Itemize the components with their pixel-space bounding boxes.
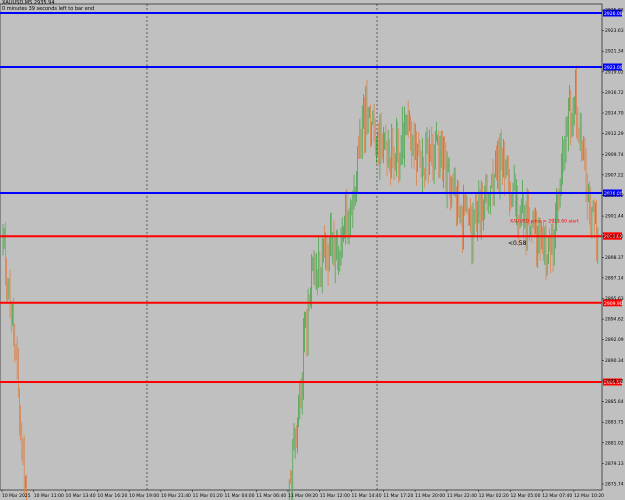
y-tick-label: 2898.37: [605, 255, 624, 261]
y-tick-label: 2909.74: [605, 152, 624, 158]
y-tick-label: 2894.62: [605, 317, 624, 323]
x-tick-label: 10 Mar 13:40: [66, 493, 96, 499]
y-tick-label: 2919.02: [605, 69, 624, 75]
y-tick-label: 2923.63: [605, 28, 624, 34]
y-tick-label: 2888.02: [605, 378, 624, 384]
y-tick-label: 2897.14: [605, 275, 624, 281]
x-tick-label: 12 Mar 07:40: [542, 493, 572, 499]
x-tick-label: 11 Mar 20:00: [415, 493, 445, 499]
x-tick-label: 11 Mar 04:00: [224, 493, 254, 499]
x-tick-label: 11 Mar 12:00: [320, 493, 350, 499]
y-tick-label: 2890.34: [605, 358, 624, 364]
y-tick-label: 2875.74: [605, 482, 624, 488]
y-tick-label: 2895.63: [605, 296, 624, 302]
y-tick-label: 2901.44: [605, 214, 624, 220]
y-tick-label: 2921.34: [605, 49, 624, 55]
y-tick-label: 2879.13: [605, 461, 624, 467]
x-tick-label: 12 Mar 10:20: [574, 493, 604, 499]
x-tick-label: 10 Mar 19:00: [129, 493, 159, 499]
y-tick-label: 2904.79: [605, 193, 624, 199]
x-tick-label: 12 Mar 05:00: [510, 493, 540, 499]
x-tick-label: 11 Mar 14:40: [352, 493, 382, 499]
bar-countdown: 0 minutes 39 seconds left to bar end: [2, 6, 95, 12]
alert-annotation: XAUUSD price > 2913.60 alert: [510, 219, 579, 225]
x-tick-label: 11 Mar 06:40: [256, 493, 286, 499]
y-tick-label: 2916.72: [605, 90, 624, 96]
y-tick-label: 2883.75: [605, 420, 624, 426]
x-tick-label: 10 Mar 2025: [2, 493, 31, 499]
x-tick-label: 11 Mar 09:20: [288, 493, 318, 499]
price-chart[interactable]: 2926.002923.002916.002913.602909.902905.…: [0, 0, 625, 500]
y-tick-label: 2900.92: [605, 234, 624, 240]
y-tick-label: 2885.64: [605, 399, 624, 405]
x-tick-label: 11 Mar 17:20: [383, 493, 413, 499]
y-tick-label: 2881.02: [605, 440, 624, 446]
x-tick-label: 10 Mar 21:40: [161, 493, 191, 499]
spread-label: <0.58: [508, 240, 527, 247]
x-tick-label: 10 Mar 16:20: [97, 493, 127, 499]
chart-window: 2926.002923.002916.002913.602909.902905.…: [0, 0, 625, 500]
y-tick-label: 2892.09: [605, 337, 624, 343]
x-tick-label: 11 Mar 22:40: [447, 493, 477, 499]
y-tick-label: 2914.70: [605, 111, 624, 117]
x-tick-label: 12 Mar 02:20: [479, 493, 509, 499]
x-tick-label: 11 Mar 01:20: [193, 493, 223, 499]
x-tick-label: 10 Mar 11:00: [34, 493, 64, 499]
y-tick-label: 2925.83: [605, 8, 624, 14]
y-tick-label: 2907.22: [605, 172, 624, 178]
y-tick-label: 2912.29: [605, 131, 624, 137]
